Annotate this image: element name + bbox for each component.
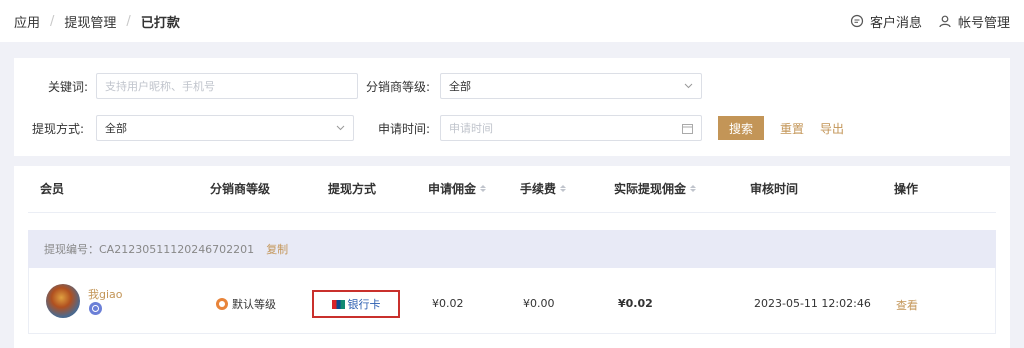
actual-amount: ¥0.02 bbox=[618, 297, 653, 310]
chat-icon bbox=[850, 14, 864, 28]
chevron-down-icon bbox=[684, 83, 693, 89]
col-level: 分销商等级 bbox=[210, 182, 271, 196]
table-header: 会员 分销商等级 提现方式 申请佣金 手续费 实际提现佣金 审核时间 操作 bbox=[14, 166, 1010, 210]
col-actions: 操作 bbox=[894, 182, 919, 196]
withdraw-table: 会员 分销商等级 提现方式 申请佣金 手续费 实际提现佣金 审核时间 操作 提现… bbox=[14, 166, 1010, 348]
breadcrumb-separator: / bbox=[50, 13, 55, 29]
sort-icon[interactable] bbox=[690, 185, 697, 192]
sort-icon[interactable] bbox=[560, 185, 567, 192]
col-review-time: 审核时间 bbox=[750, 182, 799, 196]
method-select[interactable]: 全部 bbox=[96, 115, 354, 141]
copy-link[interactable]: 复制 bbox=[266, 241, 288, 257]
breadcrumb: 应用 / 提现管理 / 已打款 bbox=[14, 12, 180, 31]
apply-amount: ¥0.02 bbox=[432, 297, 464, 310]
level-label: 分销商等级: bbox=[365, 79, 430, 94]
header-divider bbox=[28, 212, 996, 213]
account-management-label: 帐号管理 bbox=[957, 15, 1010, 31]
level-select[interactable]: 全部 bbox=[440, 73, 702, 99]
withdraw-group-header: 提现编号：CA21230511120246702201 复制 bbox=[28, 230, 996, 268]
filter-panel: 关键词: 支持用户昵称、手机号 分销商等级: 全部 提现方式: 全部 申请时间:… bbox=[14, 58, 1010, 156]
level-badge-icon bbox=[216, 298, 228, 310]
breadcrumb-app[interactable]: 应用 bbox=[14, 12, 40, 31]
withdraw-id: 提现编号：CA21230511120246702201 bbox=[44, 243, 255, 256]
level-cell: 默认等级 bbox=[216, 296, 276, 312]
col-actual[interactable]: 实际提现佣金 bbox=[614, 180, 697, 197]
time-label: 申请时间: bbox=[377, 121, 430, 136]
review-time: 2023-05-11 12:02:46 bbox=[754, 297, 871, 310]
account-management-link[interactable]: 帐号管理 bbox=[938, 12, 1010, 31]
fee-amount: ¥0.00 bbox=[523, 297, 555, 310]
method-cell-highlighted: 银行卡 bbox=[312, 290, 400, 318]
sort-icon[interactable] bbox=[480, 185, 487, 192]
search-button[interactable]: 搜索 bbox=[718, 116, 764, 140]
customer-messages-link[interactable]: 客户消息 bbox=[850, 12, 922, 31]
col-fee[interactable]: 手续费 bbox=[520, 180, 567, 197]
keyword-label: 关键词: bbox=[47, 79, 88, 94]
customer-messages-label: 客户消息 bbox=[869, 15, 922, 31]
breadcrumb-current: 已打款 bbox=[140, 15, 180, 31]
method-label: 提现方式: bbox=[31, 121, 84, 136]
member-nickname[interactable]: 我giao bbox=[88, 286, 123, 302]
chevron-down-icon bbox=[336, 125, 345, 131]
breadcrumb-separator: / bbox=[126, 13, 131, 29]
breadcrumb-withdraw[interactable]: 提现管理 bbox=[64, 12, 116, 31]
user-icon bbox=[939, 15, 951, 28]
avatar bbox=[46, 284, 80, 318]
time-picker[interactable]: 申请时间 bbox=[440, 115, 702, 141]
calendar-icon bbox=[682, 123, 693, 134]
col-apply[interactable]: 申请佣金 bbox=[428, 180, 487, 197]
export-link[interactable]: 导出 bbox=[820, 120, 844, 137]
top-bar: 应用 / 提现管理 / 已打款 客户消息 帐号管理 bbox=[0, 0, 1024, 42]
reset-link[interactable]: 重置 bbox=[780, 120, 804, 137]
col-member: 会员 bbox=[40, 182, 65, 196]
col-method: 提现方式 bbox=[328, 182, 377, 196]
unionpay-icon bbox=[331, 299, 345, 309]
view-link[interactable]: 查看 bbox=[896, 297, 918, 313]
keyword-input[interactable]: 支持用户昵称、手机号 bbox=[96, 73, 358, 99]
wechat-badge-icon bbox=[89, 302, 102, 315]
